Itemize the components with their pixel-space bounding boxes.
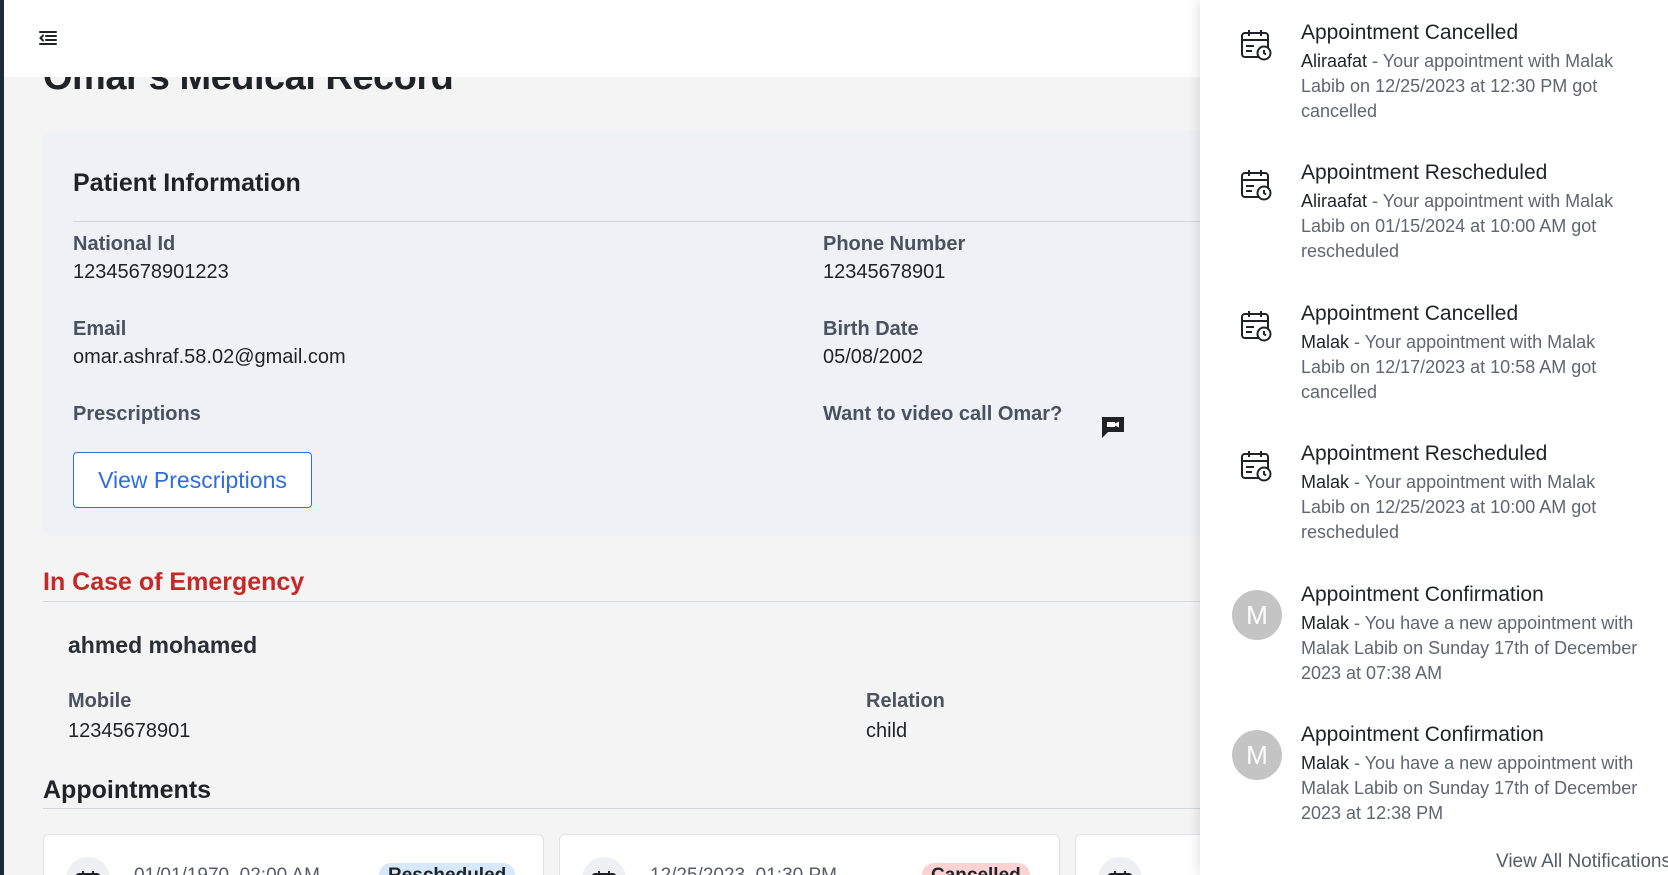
app-window: Omar's Medical Record Patient Informatio… [4, 0, 1668, 875]
prescriptions-label: Prescriptions [73, 403, 201, 425]
calendar-clock-icon [1240, 309, 1274, 343]
relation-label: Relation [866, 690, 945, 712]
notification-user: Aliraafat [1301, 51, 1368, 71]
notification-body: Aliraafat - Your appointment with Malak … [1301, 189, 1641, 264]
separator: - [1367, 51, 1383, 71]
emergency-contact-name: ahmed mohamed [68, 632, 258, 658]
emergency-title: In Case of Emergency [43, 568, 305, 596]
separator: - [1349, 753, 1365, 773]
divider [43, 601, 1243, 602]
notification-user: Malak [1301, 753, 1350, 773]
notification-item[interactable]: Appointment Cancelled Malak - Your appoi… [1200, 281, 1668, 411]
status-badge: Rescheduled [379, 863, 516, 875]
calendar-icon [1098, 857, 1142, 875]
notification-user: Malak [1301, 332, 1350, 352]
chat-icon[interactable] [1100, 415, 1126, 439]
relation-value: child [866, 720, 908, 742]
calendar-icon [582, 857, 626, 875]
calendar-icon [66, 857, 110, 875]
notification-item[interactable]: Appointment Rescheduled Aliraafat - Your… [1200, 140, 1668, 270]
appointment-card[interactable]: 12/25/2023, 01:30 PM Cancelled [559, 834, 1060, 875]
national-id-value: 12345678901223 [73, 261, 229, 283]
separator: - [1367, 191, 1383, 211]
menu-collapse-icon[interactable] [36, 26, 60, 50]
view-all-notifications-link[interactable]: View All Notifications [1496, 851, 1668, 873]
phone-label: Phone Number [823, 233, 966, 255]
appointment-time: 12/25/2023, 01:30 PM [650, 865, 837, 875]
email-value: omar.ashraf.58.02@gmail.com [73, 346, 346, 368]
notification-item[interactable]: M Appointment Confirmation Malak - You h… [1200, 562, 1668, 692]
separator: - [1349, 332, 1365, 352]
status-badge: Cancelled [922, 863, 1030, 875]
calendar-clock-icon [1240, 28, 1274, 62]
separator: - [1349, 472, 1365, 492]
notification-title: Appointment Rescheduled [1301, 442, 1548, 465]
email-label: Email [73, 318, 127, 340]
notifications-panel: Appointment Cancelled Aliraafat - Your a… [1200, 0, 1668, 875]
notification-title: Appointment Cancelled [1301, 21, 1519, 44]
divider [43, 808, 1243, 809]
appointment-time: 01/01/1970, 02:00 AM [134, 865, 320, 875]
notification-title: Appointment Confirmation [1301, 583, 1544, 606]
appointments-title: Appointments [43, 776, 212, 804]
patient-info-title: Patient Information [73, 169, 301, 197]
video-call-label: Want to video call Omar? [823, 403, 1063, 425]
appointment-card[interactable]: 01/01/1970, 02:00 AM Rescheduled [43, 834, 544, 875]
separator: - [1349, 613, 1365, 633]
notification-body: Malak - Your appointment with Malak Labi… [1301, 330, 1641, 405]
notification-body: Malak - You have a new appointment with … [1301, 751, 1641, 826]
notification-item[interactable]: Appointment Rescheduled Malak - Your app… [1200, 421, 1668, 551]
patient-information-card: Patient Information National Id 12345678… [43, 131, 1243, 536]
national-id-label: National Id [73, 233, 176, 255]
notification-body: Malak - Your appointment with Malak Labi… [1301, 470, 1641, 545]
calendar-clock-icon [1240, 168, 1274, 202]
notification-user: Aliraafat [1301, 191, 1368, 211]
mobile-value: 12345678901 [68, 720, 191, 742]
notification-item[interactable]: M Appointment Confirmation Malak - You h… [1200, 702, 1668, 832]
notification-title: Appointment Rescheduled [1301, 161, 1548, 184]
notification-title: Appointment Confirmation [1301, 723, 1544, 746]
phone-value: 12345678901 [823, 261, 946, 283]
avatar: M [1232, 730, 1282, 780]
notification-body: Malak - You have a new appointment with … [1301, 611, 1641, 686]
notification-item[interactable]: Appointment Cancelled Aliraafat - Your a… [1200, 0, 1668, 130]
divider [73, 221, 1243, 222]
birth-date-value: 05/08/2002 [823, 346, 924, 368]
avatar: M [1232, 590, 1282, 640]
notification-title: Appointment Cancelled [1301, 302, 1519, 325]
notification-user: Malak [1301, 472, 1350, 492]
notification-user: Malak [1301, 613, 1350, 633]
birth-date-label: Birth Date [823, 318, 919, 340]
calendar-clock-icon [1240, 449, 1274, 483]
mobile-label: Mobile [68, 690, 132, 712]
view-prescriptions-button[interactable]: View Prescriptions [73, 452, 312, 508]
notification-body: Aliraafat - Your appointment with Malak … [1301, 49, 1641, 124]
